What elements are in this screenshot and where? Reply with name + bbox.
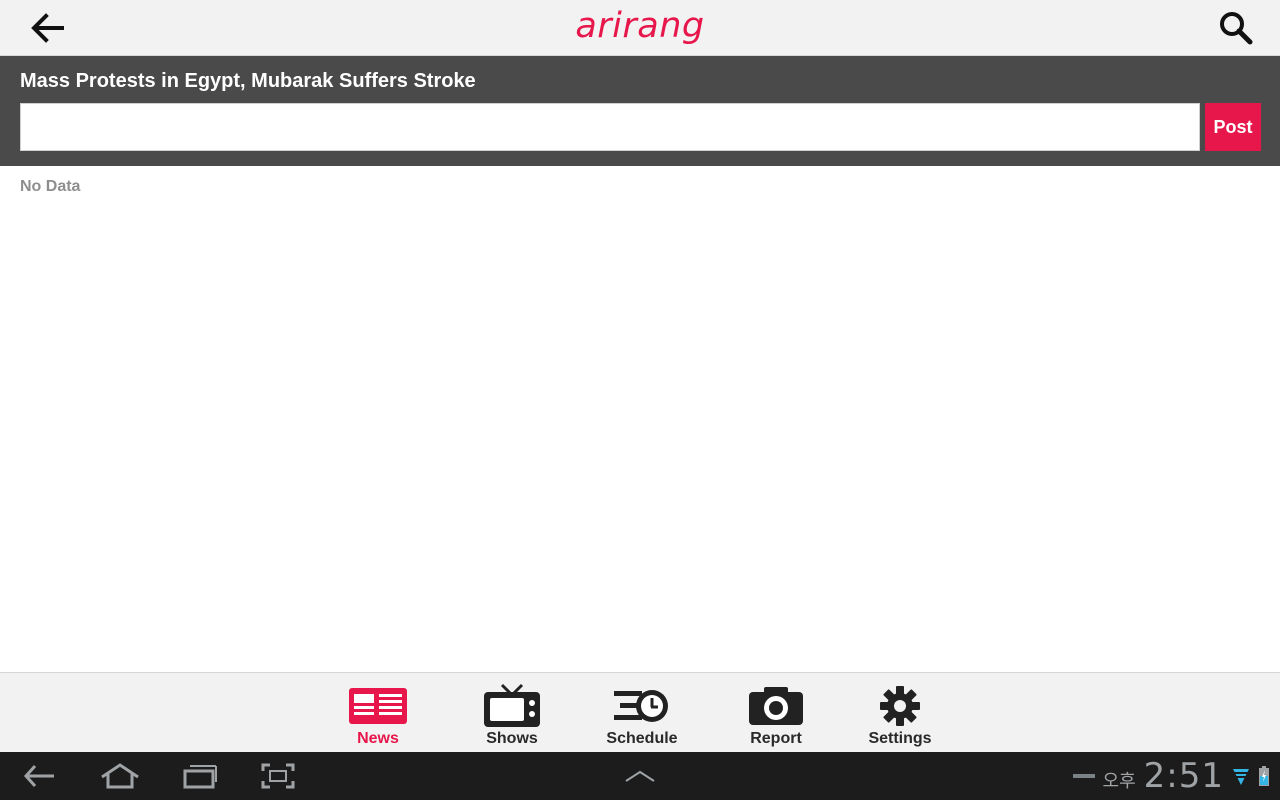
gear-icon xyxy=(880,686,920,726)
minimize-dash-icon xyxy=(1072,774,1095,778)
home-icon xyxy=(101,763,139,789)
post-button[interactable]: Post xyxy=(1205,103,1261,151)
clock-ampm: 오후 xyxy=(1102,771,1136,792)
tab-settings[interactable]: Settings xyxy=(845,673,955,753)
recent-apps-icon xyxy=(183,765,217,789)
comment-input[interactable] xyxy=(20,103,1200,151)
arirang-logo: arirang xyxy=(0,6,1280,46)
battery-icon xyxy=(1259,766,1269,786)
camera-icon xyxy=(749,687,803,725)
logo-text: arirang xyxy=(575,6,705,46)
tab-schedule[interactable]: Schedule xyxy=(587,673,697,753)
empty-message: No Data xyxy=(20,178,81,195)
status-area[interactable]: 오후 2:51 xyxy=(1072,756,1270,796)
tab-label: Schedule xyxy=(606,730,678,747)
tab-label: Report xyxy=(750,730,802,747)
tab-label: News xyxy=(357,730,399,747)
search-button[interactable] xyxy=(1216,8,1256,48)
back-icon xyxy=(23,764,54,788)
screenshot-icon xyxy=(261,763,295,789)
tab-shows[interactable]: Shows xyxy=(457,673,567,753)
comment-header: Mass Protests in Egypt, Mubarak Suffers … xyxy=(0,56,1280,166)
tab-label: Settings xyxy=(868,730,932,747)
system-expand-button[interactable] xyxy=(612,758,668,794)
clock-time: 2:51 xyxy=(1143,756,1224,796)
bottom-tab-bar: News Shows Schedule Report Settings xyxy=(0,672,1280,752)
wifi-icon xyxy=(1233,769,1249,785)
article-title: Mass Protests in Egypt, Mubarak Suffers … xyxy=(20,70,476,92)
tv-icon xyxy=(484,683,540,727)
top-action-bar: arirang xyxy=(0,0,1280,56)
search-icon xyxy=(1220,12,1253,45)
system-screenshot-button[interactable] xyxy=(250,758,306,794)
system-recent-apps-button[interactable] xyxy=(172,758,228,794)
schedule-clock-icon xyxy=(614,690,668,722)
tab-label: Shows xyxy=(486,730,538,747)
newspaper-icon xyxy=(349,688,407,724)
system-navigation-bar: 오후 2:51 xyxy=(0,752,1280,800)
app-root: arirang Mass Protests in Egypt, Mubarak … xyxy=(0,0,1280,800)
system-back-button[interactable] xyxy=(12,758,68,794)
tab-report[interactable]: Report xyxy=(721,673,831,753)
chevron-up-icon xyxy=(625,770,655,782)
tab-news[interactable]: News xyxy=(323,673,433,753)
system-home-button[interactable] xyxy=(92,758,148,794)
